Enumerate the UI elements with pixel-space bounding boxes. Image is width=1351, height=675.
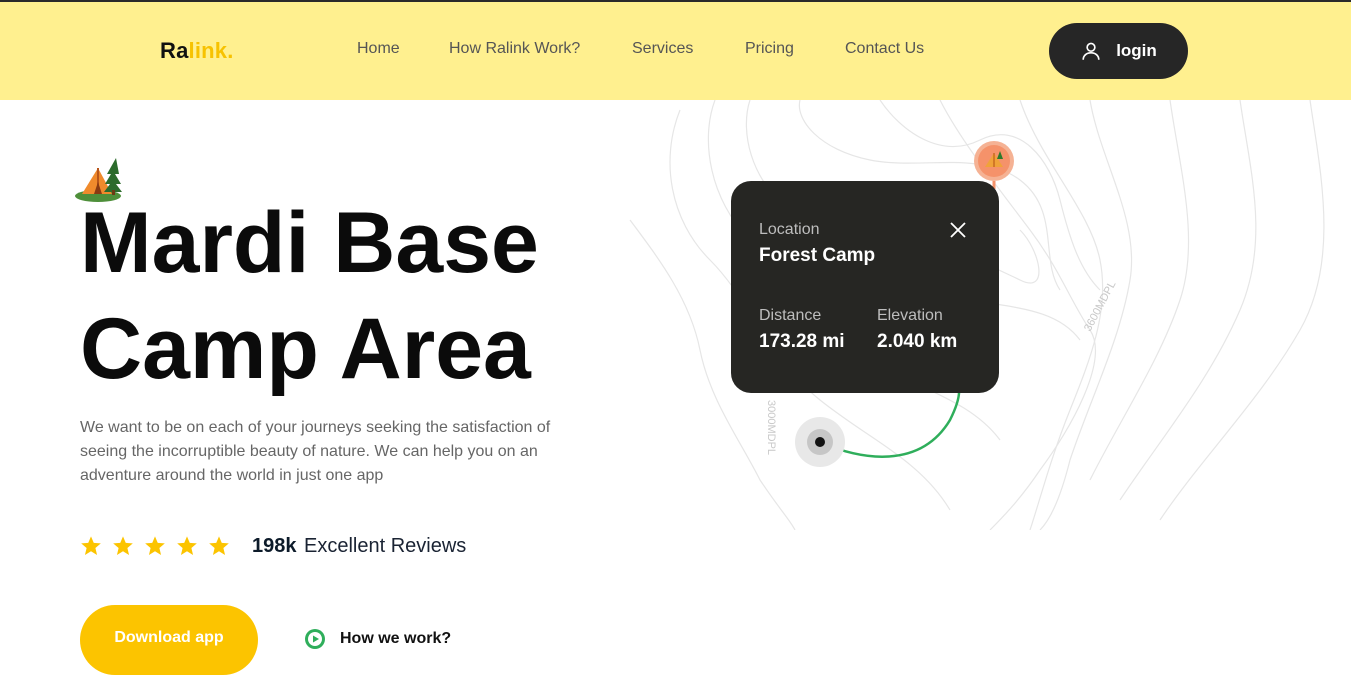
star-icon [209, 536, 229, 555]
how-we-work-link[interactable]: How we work? [304, 628, 451, 650]
star-icon [177, 536, 197, 555]
hero-description: We want to be on each of your journeys s… [80, 419, 551, 484]
star-icon [145, 536, 165, 555]
download-app-label: Download app [114, 629, 224, 646]
nav-item-home[interactable]: Home [357, 40, 400, 58]
contour-label-3000: 3000MDPL [765, 400, 777, 455]
navbar: Ralink. Home How Ralink Work? Services P… [0, 2, 1351, 100]
hero-title-line1: Mardi Base [80, 195, 539, 291]
nav-item-how-it-works[interactable]: How Ralink Work? [449, 40, 580, 58]
hero-title: Mardi Base Camp Area [80, 190, 539, 402]
nav-item-contact[interactable]: Contact Us [845, 40, 924, 58]
rating-stars [80, 535, 230, 557]
review-label: Excellent Reviews [304, 535, 467, 557]
login-label: login [1116, 41, 1157, 60]
review-count: 198k [252, 535, 297, 557]
hero-title-line2: Camp Area [80, 301, 531, 397]
location-value: Forest Camp [759, 245, 876, 266]
nav-item-services[interactable]: Services [632, 40, 693, 58]
play-icon [305, 629, 325, 649]
nav-item-pricing[interactable]: Pricing [745, 40, 794, 58]
download-app-button[interactable]: Download app [80, 605, 258, 675]
distance-label: Distance [759, 307, 822, 324]
origin-point-marker[interactable] [794, 416, 846, 468]
logo-part2: link. [188, 38, 234, 63]
contour-label-3600: 3600MDPL [1082, 279, 1118, 333]
logo-part1: Ra [160, 38, 189, 63]
location-info-card: Location Forest Camp Distance 173.28 mi … [731, 181, 999, 393]
star-icon [81, 536, 101, 555]
close-icon[interactable] [947, 219, 969, 241]
elevation-value: 2.040 km [877, 331, 958, 352]
star-icon [113, 536, 133, 555]
location-label: Location [759, 221, 820, 238]
elevation-label: Elevation [877, 307, 943, 324]
login-button[interactable]: login [1049, 23, 1188, 79]
logo[interactable]: Ralink. [160, 38, 234, 64]
user-icon [1082, 42, 1100, 60]
distance-value: 173.28 mi [759, 331, 845, 352]
how-we-work-label: How we work? [340, 630, 452, 647]
